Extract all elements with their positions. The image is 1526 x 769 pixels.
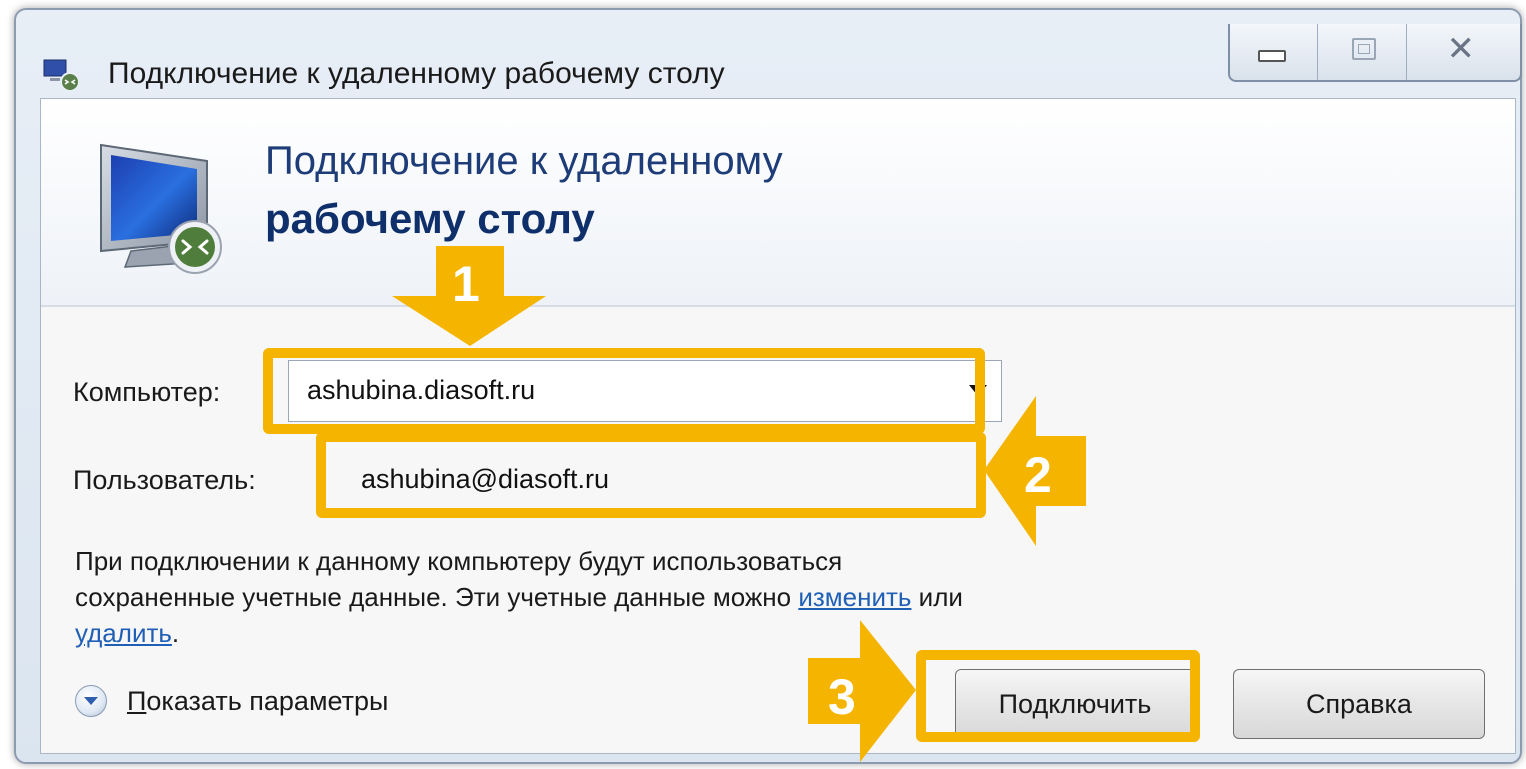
banner-title-line1: Подключение к удаленному (265, 139, 783, 183)
title-bar[interactable]: Подключение к удаленному рабочему столу … (16, 10, 1522, 100)
notice-text-mid: или (911, 582, 963, 612)
notice-text: При подключении к данному компьютеру буд… (75, 546, 843, 612)
delete-credentials-link[interactable]: удалить (75, 618, 172, 648)
window-title: Подключение к удаленному рабочему столу (108, 57, 725, 90)
show-options-label: Показать параметры (127, 685, 389, 716)
minimize-button[interactable] (1230, 24, 1319, 80)
dialog-banner: Подключение к удаленному рабочему столу (41, 99, 1515, 307)
change-credentials-link[interactable]: изменить (798, 582, 911, 612)
expand-circle-icon[interactable] (75, 685, 107, 717)
highlight-user-field (316, 432, 986, 518)
close-icon: ✕ (1446, 30, 1476, 68)
window-controls: ✕ (1228, 24, 1522, 82)
remote-desktop-app-icon (43, 59, 80, 92)
notice-text-end: . (171, 618, 180, 648)
arrow-right-icon (808, 620, 916, 762)
show-options-toggle[interactable]: Показать параметры (75, 685, 388, 717)
step-2-number: 2 (1024, 447, 1052, 503)
highlight-connect-button (916, 650, 1200, 742)
step-3-number: 3 (828, 669, 856, 725)
highlight-computer-field (263, 348, 985, 434)
maximize-button[interactable] (1318, 24, 1407, 80)
help-button[interactable]: Справка (1233, 669, 1485, 739)
banner-title-line2: рабочему столу (265, 195, 595, 242)
step-1-number: 1 (452, 256, 480, 312)
close-button[interactable]: ✕ (1407, 24, 1520, 80)
monitor-connection-icon (100, 143, 222, 274)
maximize-icon (1352, 38, 1377, 60)
computer-label: Компьютер: (73, 377, 221, 407)
user-label: Пользователь: (73, 465, 256, 495)
minimize-icon (1258, 50, 1286, 62)
